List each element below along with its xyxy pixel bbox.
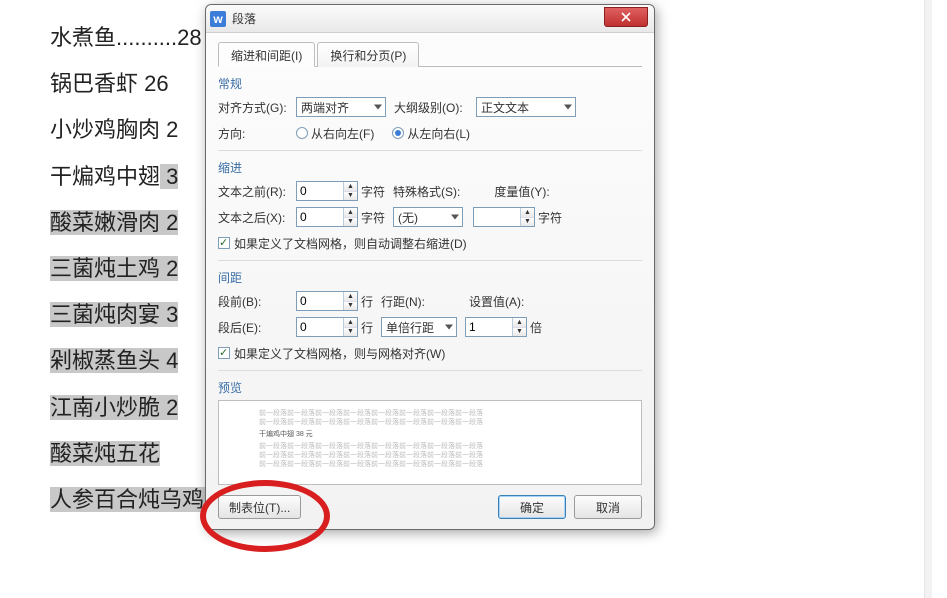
line-spacing-label: 行距(N): [381, 293, 441, 310]
indent-before-spinner[interactable]: ▲▼ [296, 181, 358, 201]
divider [218, 150, 642, 151]
unit-char: 字符 [361, 183, 385, 200]
measure-input[interactable] [474, 208, 520, 226]
ok-button[interactable]: 确定 [498, 495, 566, 519]
direction-rtl-radio[interactable] [296, 127, 308, 139]
spin-up-icon[interactable]: ▲ [521, 208, 534, 218]
unit-line: 行 [361, 319, 373, 336]
dialog-titlebar[interactable]: w 段落 [206, 5, 654, 33]
outline-select[interactable]: 正文文本 [476, 97, 576, 117]
spin-down-icon[interactable]: ▼ [344, 192, 357, 201]
preview-light-text: 前一段落前一段落前一段落前一段落前一段落前一段落前一段落前一段落 [259, 409, 601, 418]
snap-to-grid-checkbox[interactable] [218, 347, 230, 359]
space-before-input[interactable] [297, 292, 343, 310]
direction-rtl-label: 从右向左(F) [311, 125, 374, 142]
space-after-label: 段后(E): [218, 319, 296, 336]
unit-char: 字符 [361, 209, 385, 226]
unit-char: 字符 [538, 209, 562, 226]
space-after-spinner[interactable]: ▲▼ [296, 317, 358, 337]
measure-spinner[interactable]: ▲▼ [473, 207, 535, 227]
unit-line: 行 [361, 293, 373, 310]
auto-adjust-indent-label: 如果定义了文档网格，则自动调整右缩进(D) [234, 235, 467, 252]
indent-after-spinner[interactable]: ▲▼ [296, 207, 358, 227]
set-value-label: 设置值(A): [469, 293, 524, 310]
indent-before-input[interactable] [297, 182, 343, 200]
preview-light-text: 前一段落前一段落前一段落前一段落前一段落前一段落前一段落前一段落 [259, 418, 601, 427]
preview-main-text: 干煸鸡中翅 38 元 [259, 430, 601, 439]
spin-down-icon[interactable]: ▼ [344, 302, 357, 311]
spin-down-icon[interactable]: ▼ [513, 328, 526, 337]
section-general: 常规 [218, 75, 642, 92]
tab-indent-spacing[interactable]: 缩进和间距(I) [218, 42, 315, 67]
direction-label: 方向: [218, 125, 296, 142]
preview-light-text: 前一段落前一段落前一段落前一段落前一段落前一段落前一段落前一段落 [259, 460, 601, 469]
dialog-tabs: 缩进和间距(I) 换行和分页(P) [218, 41, 642, 67]
alignment-label: 对齐方式(G): [218, 99, 296, 116]
cancel-button[interactable]: 取消 [574, 495, 642, 519]
preview-light-text: 前一段落前一段落前一段落前一段落前一段落前一段落前一段落前一段落 [259, 442, 601, 451]
tab-line-page-break[interactable]: 换行和分页(P) [317, 42, 419, 67]
space-after-input[interactable] [297, 318, 343, 336]
preview-light-text: 前一段落前一段落前一段落前一段落前一段落前一段落前一段落前一段落 [259, 451, 601, 460]
close-icon [621, 12, 631, 22]
alignment-select[interactable]: 两端对齐 [296, 97, 386, 117]
spin-up-icon[interactable]: ▲ [344, 292, 357, 302]
direction-ltr-label: 从左向右(L) [407, 125, 470, 142]
indent-after-input[interactable] [297, 208, 343, 226]
indent-after-label: 文本之后(X): [218, 209, 296, 226]
auto-adjust-indent-checkbox[interactable] [218, 237, 230, 249]
spin-up-icon[interactable]: ▲ [344, 208, 357, 218]
section-spacing: 间距 [218, 269, 642, 286]
direction-ltr-radio[interactable] [392, 127, 404, 139]
spin-up-icon[interactable]: ▲ [513, 318, 526, 328]
indent-before-label: 文本之前(R): [218, 183, 296, 200]
space-before-spinner[interactable]: ▲▼ [296, 291, 358, 311]
dialog-title: 段落 [232, 10, 256, 27]
spin-down-icon[interactable]: ▼ [521, 218, 534, 227]
section-preview: 预览 [218, 379, 642, 396]
spin-up-icon[interactable]: ▲ [344, 182, 357, 192]
snap-to-grid-label: 如果定义了文档网格，则与网格对齐(W) [234, 345, 445, 362]
divider [218, 260, 642, 261]
spin-down-icon[interactable]: ▼ [344, 328, 357, 337]
spin-down-icon[interactable]: ▼ [344, 218, 357, 227]
set-value-input[interactable] [466, 318, 512, 336]
space-before-label: 段前(B): [218, 293, 296, 310]
spin-up-icon[interactable]: ▲ [344, 318, 357, 328]
tabs-button[interactable]: 制表位(T)... [218, 495, 301, 519]
paragraph-dialog: w 段落 缩进和间距(I) 换行和分页(P) 常规 对齐方式(G): 两端对齐 … [205, 4, 655, 530]
dialog-button-bar: 制表位(T)... 确定 取消 [218, 495, 642, 519]
preview-box: 前一段落前一段落前一段落前一段落前一段落前一段落前一段落前一段落 前一段落前一段… [218, 400, 642, 485]
unit-times: 倍 [530, 319, 542, 336]
divider [218, 370, 642, 371]
app-icon: w [210, 11, 226, 27]
measure-label: 度量值(Y): [494, 183, 549, 200]
special-format-label: 特殊格式(S): [393, 183, 460, 200]
set-value-spinner[interactable]: ▲▼ [465, 317, 527, 337]
vertical-scrollbar[interactable] [924, 0, 932, 598]
close-button[interactable] [604, 7, 648, 27]
line-spacing-select[interactable]: 单倍行距 [381, 317, 457, 337]
special-format-select[interactable]: (无) [393, 207, 463, 227]
outline-label: 大纲级别(O): [394, 99, 476, 116]
section-indent: 缩进 [218, 159, 642, 176]
